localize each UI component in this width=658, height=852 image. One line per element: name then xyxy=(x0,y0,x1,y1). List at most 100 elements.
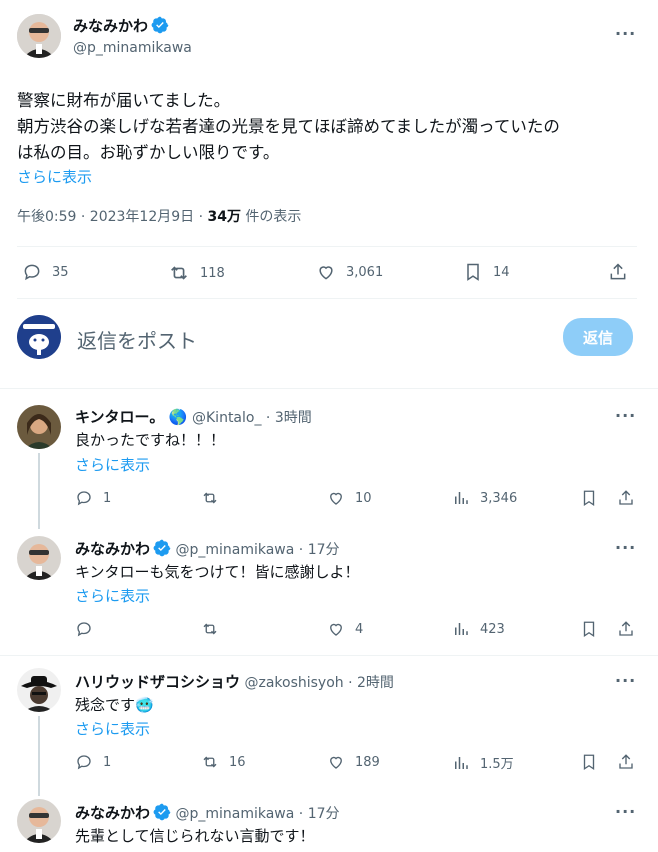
reply-avatar[interactable] xyxy=(17,405,61,449)
bookmark-icon xyxy=(583,490,595,507)
view-count-suffix: 件の表示 xyxy=(240,209,302,225)
repost-action[interactable] xyxy=(201,620,229,638)
view-count: 34万 xyxy=(207,209,241,225)
author-name[interactable]: みなみかわ xyxy=(73,17,148,35)
reply-avatar[interactable] xyxy=(17,799,61,843)
share-icon xyxy=(619,490,633,505)
verified-badge-icon xyxy=(153,803,171,821)
show-more-link[interactable]: さらに表示 xyxy=(75,718,150,739)
heart-icon xyxy=(330,492,342,505)
more-options-icon[interactable]: ··· xyxy=(615,406,636,425)
repost-icon xyxy=(171,266,187,280)
bookmark-action[interactable] xyxy=(580,620,608,638)
reply-author-handle[interactable]: @zakoshisyoh xyxy=(244,675,343,691)
more-options-icon[interactable]: ··· xyxy=(615,538,636,557)
more-options-icon[interactable]: ··· xyxy=(615,24,636,43)
reply-author-name[interactable]: みなみかわ xyxy=(75,540,150,558)
reply-action[interactable]: 35 xyxy=(22,262,69,282)
like-action[interactable]: 3,061 xyxy=(316,262,383,282)
like-count: 10 xyxy=(355,490,372,506)
reply-text: 先輩として信じられない言動です！ xyxy=(75,827,315,845)
cold-face-emoji-icon: 🥶 xyxy=(135,696,154,714)
reply-author-handle[interactable]: @Kintalo_ xyxy=(192,410,261,426)
reply-avatar[interactable] xyxy=(17,668,61,712)
reply-text: 良かったですね！！！ xyxy=(75,431,226,449)
post-text-line: は私の目。お恥ずかしい限りです。 xyxy=(17,143,280,162)
show-more-link[interactable]: さらに表示 xyxy=(75,585,150,606)
repost-count: 16 xyxy=(229,754,246,770)
more-options-icon[interactable]: ··· xyxy=(615,671,636,690)
view-count: 3,346 xyxy=(480,490,518,506)
more-options-icon[interactable]: ··· xyxy=(615,802,636,821)
reply-composer-input[interactable]: 返信をポスト xyxy=(77,325,197,354)
repost-icon xyxy=(203,492,217,504)
show-more-link[interactable]: さらに表示 xyxy=(75,454,150,475)
reply-count: 1 xyxy=(103,490,112,506)
repost-action[interactable]: 16 xyxy=(201,753,246,771)
reply-icon xyxy=(77,622,91,637)
reply-icon xyxy=(77,755,91,770)
reply-time[interactable]: · 3時間 xyxy=(266,410,312,426)
repost-action[interactable] xyxy=(201,489,229,507)
bookmark-action[interactable] xyxy=(580,489,608,507)
author-handle[interactable]: @p_minamikawa xyxy=(73,40,192,56)
share-action[interactable] xyxy=(608,262,638,282)
views-action[interactable]: 3,346 xyxy=(452,489,517,507)
view-count: 423 xyxy=(480,621,505,637)
share-icon xyxy=(619,621,633,636)
repost-action[interactable]: 118 xyxy=(168,262,225,284)
like-count: 189 xyxy=(355,754,380,770)
views-action[interactable]: 423 xyxy=(452,620,505,638)
bookmark-count: 14 xyxy=(493,264,510,280)
reply-author-handle[interactable]: @p_minamikawa xyxy=(175,542,294,558)
reply-author-name[interactable]: みなみかわ xyxy=(75,804,150,822)
reply-author-handle[interactable]: @p_minamikawa xyxy=(175,806,294,822)
analytics-icon xyxy=(455,492,468,504)
repost-count: 118 xyxy=(200,265,225,281)
repost-icon xyxy=(203,623,217,635)
reply-time[interactable]: · 2時間 xyxy=(348,675,394,691)
my-avatar[interactable] xyxy=(17,315,61,359)
heart-icon xyxy=(330,756,342,769)
bookmark-icon xyxy=(467,263,479,281)
reply-time[interactable]: · 17分 xyxy=(299,806,340,822)
reply-count: 35 xyxy=(52,264,69,280)
share-icon xyxy=(619,754,633,769)
repost-icon xyxy=(203,756,217,768)
analytics-icon xyxy=(455,756,468,769)
heart-icon xyxy=(330,623,342,636)
share-action[interactable] xyxy=(617,620,645,638)
like-action[interactable]: 189 xyxy=(327,753,380,771)
reply-icon xyxy=(24,264,40,281)
reply-action[interactable] xyxy=(75,620,103,638)
share-action[interactable] xyxy=(617,753,645,771)
bookmark-action[interactable]: 14 xyxy=(463,262,510,282)
reply-icon xyxy=(77,491,91,506)
post-text-line: 朝方渋谷の楽しげな若者達の光景を見てほぼ諦めてましたが濁っていたの xyxy=(17,117,560,136)
reply-submit-button[interactable]: 返信 xyxy=(563,318,633,356)
share-action[interactable] xyxy=(617,489,645,507)
show-more-link[interactable]: さらに表示 xyxy=(17,166,92,187)
like-action[interactable]: 4 xyxy=(327,620,363,638)
views-action[interactable]: 1.5万 xyxy=(452,753,514,772)
reply-author-name[interactable]: キンタロー。 xyxy=(75,408,164,426)
reply-text: 残念です xyxy=(75,696,136,714)
like-action[interactable]: 10 xyxy=(327,489,372,507)
heart-icon xyxy=(319,266,333,280)
reply-time[interactable]: · 17分 xyxy=(299,542,340,558)
analytics-icon xyxy=(455,623,468,635)
reply-action[interactable]: 1 xyxy=(75,753,111,771)
reply-author-name[interactable]: ハリウッドザコシショウ xyxy=(75,673,240,691)
bookmark-action[interactable] xyxy=(580,753,608,771)
post-text-line: 警察に財布が届いてました。 xyxy=(17,91,231,110)
view-count: 1.5万 xyxy=(480,757,514,772)
reply-action[interactable]: 1 xyxy=(75,489,111,507)
verified-badge-icon xyxy=(151,16,169,34)
bookmark-icon xyxy=(583,754,595,771)
author-avatar[interactable] xyxy=(17,14,61,58)
bookmark-icon xyxy=(583,621,595,638)
post-timestamp[interactable]: 午後0:59 · 2023年12月9日 · xyxy=(17,209,208,225)
globe-emoji-icon: 🌎 xyxy=(168,408,188,426)
reply-avatar[interactable] xyxy=(17,536,61,580)
reply-text: キンタローも気をつけて！皆に感謝しよ！ xyxy=(75,563,360,581)
